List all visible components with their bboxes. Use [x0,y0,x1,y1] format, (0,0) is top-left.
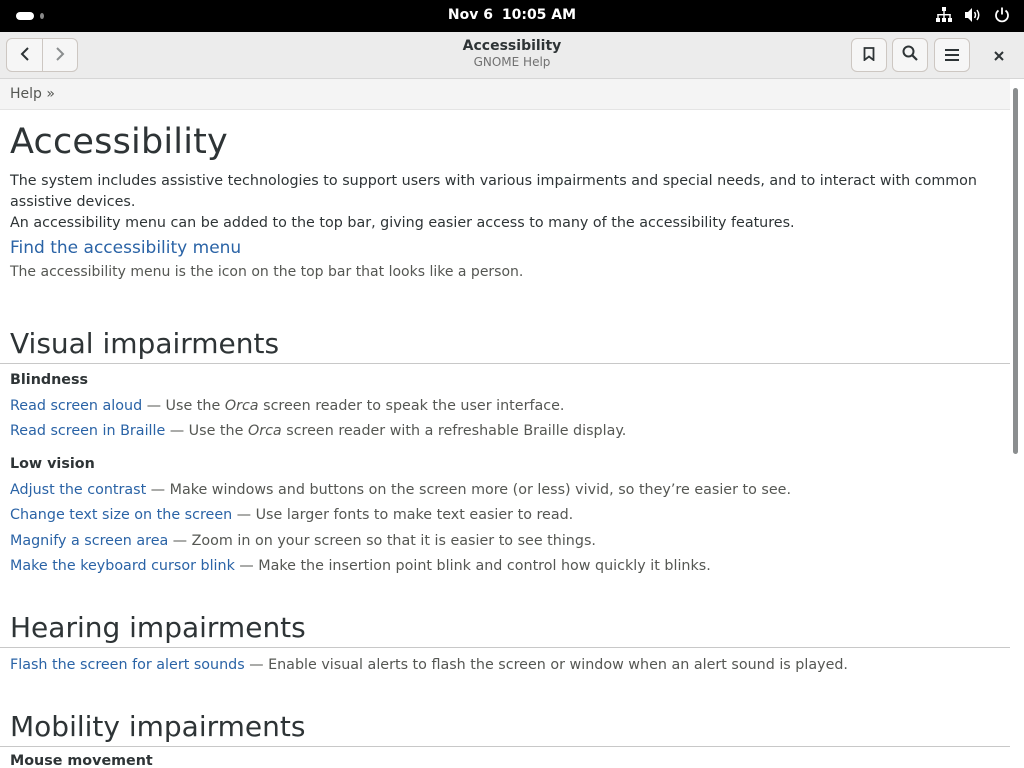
bookmark-icon [863,46,875,65]
magnify-screen-area-link[interactable]: Magnify a screen area [10,533,168,549]
adjust-contrast-link[interactable]: Adjust the contrast [10,482,146,498]
item-desc: — Make the insertion point blink and con… [234,558,711,574]
system-top-bar: Nov 6 10:05 AM [0,0,1024,32]
item-desc: — Zoom in on your screen so that it is e… [168,533,596,549]
close-window-button[interactable] [982,38,1016,72]
list-item: Change text size on the screen — Use lar… [10,507,573,523]
accessibility-menu-description: The accessibility menu is the icon on th… [10,264,524,280]
section-divider [0,746,1010,747]
low-vision-subheading: Low vision [10,456,95,472]
power-icon [994,7,1010,23]
hearing-impairments-heading: Hearing impairments [10,611,306,644]
blindness-subheading: Blindness [10,372,89,388]
list-item: Read screen in Braille — Use the Orca sc… [10,423,626,439]
list-item: Adjust the contrast — Make windows and b… [10,482,791,498]
close-icon [994,46,1004,65]
read-screen-aloud-link[interactable]: Read screen aloud [10,398,142,414]
mobility-impairments-heading: Mobility impairments [10,710,306,743]
main-menu-button[interactable] [934,38,970,72]
help-page-content: Accessibility The system includes assist… [0,110,1010,768]
item-desc: — Use larger fonts to make text easier t… [232,507,574,523]
clock-date: Nov 6 [447,7,493,23]
bookmark-button[interactable] [851,38,887,72]
visual-impairments-heading: Visual impairments [10,327,280,360]
item-desc: — Make windows and buttons on the screen… [146,482,792,498]
list-item: Magnify a screen area — Zoom in on your … [10,533,596,549]
breadcrumb[interactable]: Help » [10,86,55,102]
item-desc-post: screen reader to speak the user interfac… [258,398,565,414]
item-desc-pre: — Use the [165,423,248,439]
read-screen-braille-link[interactable]: Read screen in Braille [10,423,165,439]
keyboard-cursor-blink-link[interactable]: Make the keyboard cursor blink [10,558,235,574]
mouse-movement-subheading: Mouse movement [10,753,153,768]
item-desc-pre: — Use the [142,398,225,414]
section-divider [0,363,1010,364]
page-intro: The system includes assistive technologi… [10,171,1010,234]
list-item: Flash the screen for alert sounds — Enab… [10,657,848,673]
clock-time: 10:05 AM [501,7,577,23]
window-header-bar: Accessibility GNOME Help [0,32,1024,79]
volume-icon [964,7,982,23]
system-tray[interactable] [936,7,1010,23]
scrollbar-thumb[interactable] [1013,88,1018,454]
flash-screen-alert-link[interactable]: Flash the screen for alert sounds [10,657,245,673]
item-desc-em: Orca [224,398,259,414]
list-item: Make the keyboard cursor blink — Make th… [10,558,711,574]
section-divider [0,647,1010,648]
find-accessibility-menu-link[interactable]: Find the accessibility menu [10,238,241,258]
network-icon [936,7,952,23]
hamburger-menu-icon [945,46,959,65]
list-item: Read screen aloud — Use the Orca screen … [10,398,564,414]
search-button[interactable] [892,38,928,72]
intro-line-2: An accessibility menu can be added to th… [10,215,795,231]
page-title: Accessibility [10,122,228,162]
breadcrumb-bar: Help » [0,79,1010,110]
item-desc-em: Orca [247,423,282,439]
intro-line-1: The system includes assistive technologi… [10,173,977,210]
change-text-size-link[interactable]: Change text size on the screen [10,507,232,523]
item-desc: — Enable visual alerts to flash the scre… [244,657,848,673]
search-icon [902,45,918,65]
item-desc-post: screen reader with a refreshable Braille… [281,423,627,439]
clock[interactable]: Nov 6 10:05 AM [0,7,1024,23]
